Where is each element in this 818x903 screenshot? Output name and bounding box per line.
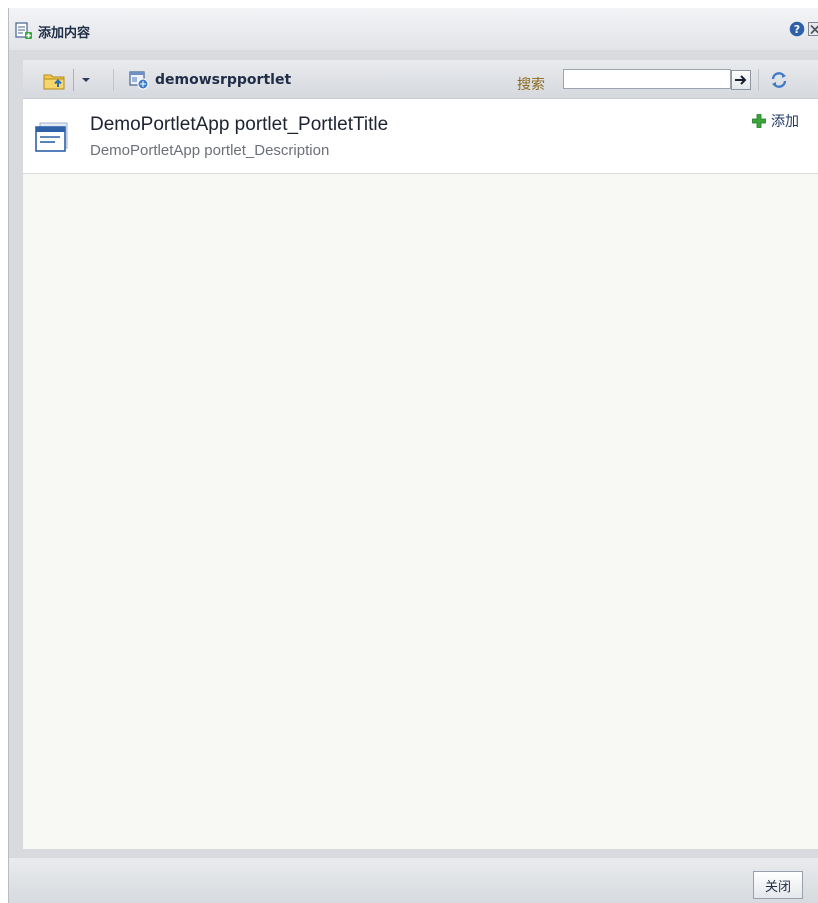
search-input[interactable] <box>563 69 731 89</box>
toolbar-separator <box>113 69 114 91</box>
help-icon[interactable]: ? <box>789 21 805 37</box>
item-title: DemoPortletApp portlet_PortletTitle <box>90 114 389 135</box>
item-description: DemoPortletApp portlet_Description <box>90 142 330 159</box>
folder-up-icon[interactable] <box>43 71 67 91</box>
close-button[interactable]: 关闭 <box>753 871 803 899</box>
search-label: 搜索 <box>517 77 545 93</box>
add-button[interactable]: 添加 <box>751 111 799 131</box>
list-item[interactable]: DemoPortletApp portlet_PortletTitle Demo… <box>23 99 818 174</box>
add-label: 添加 <box>771 114 799 130</box>
search-go-button[interactable] <box>731 70 751 90</box>
add-content-icon <box>15 22 32 39</box>
chevron-down-icon[interactable] <box>81 76 91 84</box>
breadcrumb[interactable]: demowsrpportlet <box>155 72 291 88</box>
dialog-title: 添加内容 <box>38 26 91 41</box>
portlet-window-icon <box>35 122 68 152</box>
toolbar-separator <box>73 69 74 91</box>
plus-icon <box>752 114 766 128</box>
catalog-toolbar: demowsrpportlet 搜索 <box>23 60 818 99</box>
add-content-dialog: 添加内容 ? demowsrpportlet 搜索 DemoPortletApp… <box>8 8 818 903</box>
portlet-icon <box>129 71 149 90</box>
dialog-titlebar: 添加内容 ? <box>9 8 818 50</box>
arrow-right-icon <box>735 75 747 85</box>
refresh-icon[interactable] <box>768 69 790 91</box>
toolbar-separator <box>758 69 759 91</box>
dialog-footer: 关闭 <box>9 858 818 903</box>
close-icon[interactable] <box>808 21 818 37</box>
results-panel: DemoPortletApp portlet_PortletTitle Demo… <box>23 99 818 849</box>
svg-text:?: ? <box>794 23 800 36</box>
